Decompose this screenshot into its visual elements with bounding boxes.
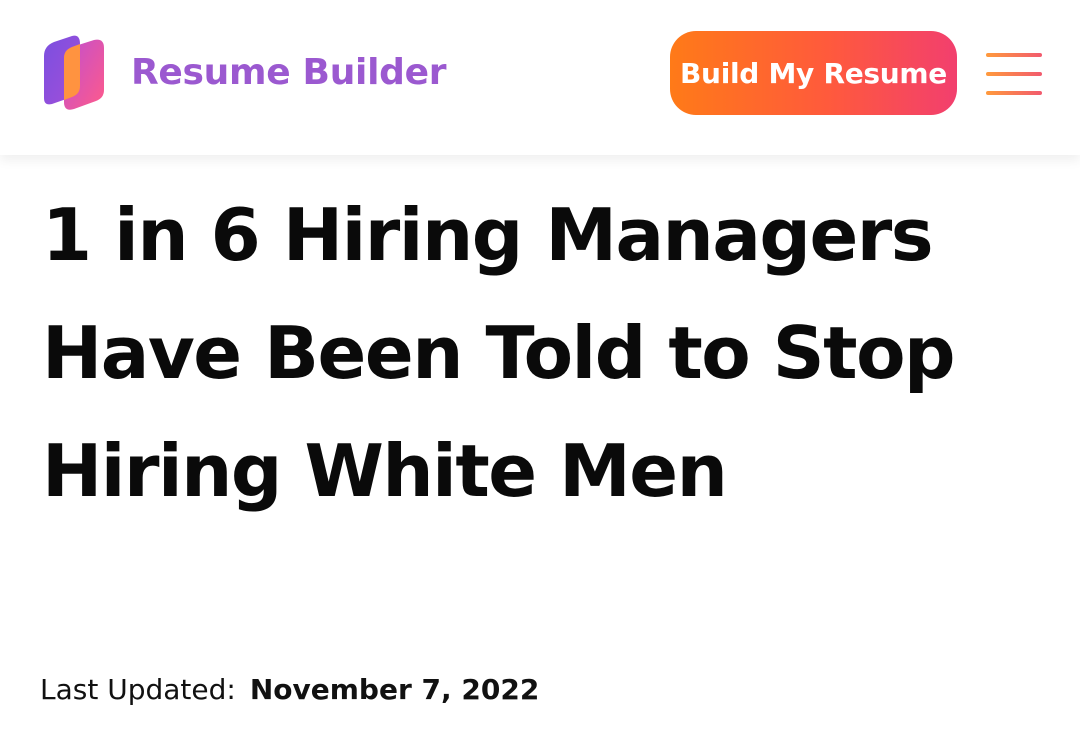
build-my-resume-button[interactable]: Build My Resume (670, 31, 957, 115)
menu-bar (986, 53, 1042, 57)
hamburger-menu-icon[interactable] (986, 53, 1042, 99)
last-updated: Last Updated: November 7, 2022 (40, 668, 539, 712)
menu-bar (986, 91, 1042, 95)
brand-name[interactable]: Resume Builder (131, 50, 446, 96)
last-updated-date: November 7, 2022 (249, 673, 540, 706)
last-updated-label: Last Updated: (40, 673, 236, 706)
site-header: Resume Builder Build My Resume (0, 0, 1080, 155)
article-title: 1 in 6 Hiring Managers Have Been Told to… (42, 193, 956, 513)
menu-bar (986, 72, 1042, 76)
resume-builder-logo-icon[interactable] (38, 34, 108, 112)
